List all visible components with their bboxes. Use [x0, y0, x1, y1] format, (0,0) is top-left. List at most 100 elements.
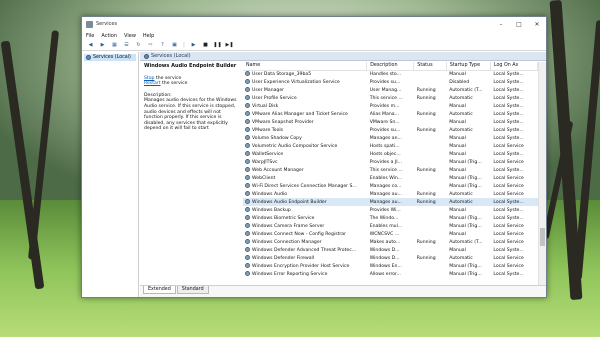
table-row[interactable]: Windows Connection Manager Makes auto... R… [243, 238, 538, 246]
service-log-on-as-cell: Local Syste... [493, 151, 524, 157]
service-name-text: Web Account Manager [252, 168, 304, 173]
service-gear-icon [245, 183, 250, 188]
service-gear-icon [245, 87, 250, 92]
menu-view[interactable]: View [124, 33, 136, 39]
service-status-cell: Running [416, 87, 436, 93]
service-description-cell: Enables mul... [369, 223, 403, 229]
table-row[interactable]: Volumetric Audio Compositor Service Hosts… [243, 142, 538, 150]
service-startup-type-cell: Manual [449, 135, 466, 141]
table-row[interactable]: Web Account Manager This service ... Runni… [243, 166, 538, 174]
restart-icon[interactable]: ▶❚ [225, 41, 234, 49]
service-startup-type-cell: Manual (Trig... [449, 271, 482, 277]
table-row[interactable]: Windows Backup Provides Wi... Manual Local … [243, 206, 538, 214]
stop-link[interactable]: Stop [144, 76, 154, 81]
table-row[interactable]: Windows Audio Endpoint Builder Manages au… [243, 198, 538, 206]
scrollbar-thumb[interactable] [540, 228, 545, 246]
minimize-button[interactable]: – [492, 17, 510, 31]
restart-link[interactable]: Restart [144, 81, 161, 86]
service-status-cell: Running [416, 127, 436, 133]
service-startup-type-cell: Manual (Trig... [449, 175, 482, 181]
services-table: Name Description Status Startup Type Log… [243, 62, 538, 278]
service-description-cell: Manages co... [369, 183, 402, 189]
table-row[interactable]: User Profile Service This service ... Runn… [243, 94, 538, 102]
table-row[interactable]: Windows Camera Frame Server Enables mul..… [243, 222, 538, 230]
service-log-on-as-cell: Local Service [493, 255, 524, 261]
restart-link-suffix: the service [160, 81, 188, 87]
table-row[interactable]: Windows Defender Firewall Windows D... Run… [243, 254, 538, 262]
column-header-log-on-as[interactable]: Log On As [490, 62, 538, 71]
service-description-cell: Windows D... [369, 247, 400, 253]
tab-standard[interactable]: Standard [176, 286, 209, 294]
column-header-status[interactable]: Status [413, 62, 447, 71]
close-button[interactable]: ✕ [528, 17, 546, 31]
back-icon[interactable]: ◀ [86, 41, 95, 49]
table-row[interactable]: User Data Storage_39ba5 Handles sto... Man… [243, 70, 538, 78]
service-name-cell: Volumetric Audio Compositor Service [243, 142, 367, 150]
service-status-cell [414, 142, 446, 150]
table-row[interactable]: Windows Encryption Provider Host Service… [243, 262, 538, 270]
forward-icon[interactable]: ▶ [98, 41, 107, 49]
service-startup-type-cell: Manual [449, 143, 466, 149]
service-log-on-as-cell: Local Syste... [493, 127, 524, 133]
console-tree-icon[interactable]: ▦ [110, 41, 119, 49]
service-name-cell: VMware Alias Manager and Ticket Service [243, 110, 367, 118]
table-row[interactable]: WalletService Hosts objec... Manual Local S… [243, 150, 538, 158]
service-name-text: Windows Defender Firewall [252, 256, 315, 261]
nav-item-services-local[interactable]: Services (Local) [84, 54, 136, 61]
service-status-cell [414, 262, 446, 270]
stop-icon[interactable]: ■ [201, 41, 210, 49]
service-gear-icon [245, 215, 250, 220]
service-name-text: Wi-Fi Direct Services Connection Manager… [252, 184, 357, 189]
table-row[interactable]: WarpJITSvc Provides a JI... Manual (Trig..… [243, 158, 538, 166]
stop-link-suffix: the service [154, 75, 182, 81]
service-gear-icon [245, 111, 250, 116]
table-row[interactable]: VMware Alias Manager and Ticket Service A… [243, 110, 538, 118]
refresh-icon[interactable]: ↻ [134, 41, 143, 49]
play-icon[interactable]: ▶ [189, 41, 198, 49]
tab-extended[interactable]: Extended [143, 286, 176, 294]
column-header-description[interactable]: Description [366, 62, 415, 71]
service-status-cell: Running [413, 198, 447, 206]
table-row[interactable]: Windows Biometric Service The Windo... Man… [243, 214, 538, 222]
maximize-button[interactable]: □ [510, 17, 528, 31]
list-icon[interactable]: ☰ [122, 41, 131, 49]
table-row[interactable]: Virtual Disk Provides m... Manual Local Sys… [243, 102, 538, 110]
table-row[interactable]: User Experience Virtualization Service Pr… [243, 78, 538, 86]
service-status-cell [414, 70, 446, 78]
table-row[interactable]: Windows Connect Now - Config Registrar WC… [243, 230, 538, 238]
table-row[interactable]: WebClient Enables Win... Manual (Trig... Lo… [243, 174, 538, 182]
service-log-on-as-cell: Local Service [493, 183, 524, 189]
menu-bar: File Action View Help [82, 31, 546, 40]
service-description-cell: WCNCSVC ... [369, 231, 400, 237]
service-gear-icon [245, 135, 250, 140]
service-log-on-as-cell: Local Service [493, 143, 524, 149]
menu-help[interactable]: Help [143, 33, 154, 39]
service-startup-type-cell: Manual [449, 151, 466, 157]
properties-icon[interactable]: ▣ [170, 41, 179, 49]
service-name-cell: Windows Error Reporting Service [243, 270, 367, 278]
menu-action[interactable]: Action [101, 33, 117, 39]
view-tabs: Extended Standard [140, 285, 546, 297]
service-log-on-as-cell: Local Syste... [493, 207, 524, 213]
column-header-name[interactable]: Name [243, 62, 368, 71]
service-status-cell: Running [416, 167, 436, 173]
service-description-cell: Windows En... [369, 263, 402, 269]
table-row[interactable]: Windows Audio Manages au... Running Automat… [243, 190, 538, 198]
menu-file[interactable]: File [86, 33, 94, 39]
pause-icon[interactable]: ❚❚ [213, 41, 222, 49]
column-header-startup-type[interactable]: Startup Type [446, 62, 491, 71]
table-row[interactable]: VMware Snapshot Provider VMware Sn... Manu… [243, 118, 538, 126]
table-row[interactable]: Windows Error Reporting Service Allows er… [243, 270, 538, 278]
service-startup-type-cell: Automatic (T... [449, 87, 483, 93]
table-row[interactable]: Wi-Fi Direct Services Connection Manager… [243, 182, 538, 190]
vertical-scrollbar[interactable] [538, 62, 546, 285]
table-row[interactable]: User Manager User Manag... Running Automati… [243, 86, 538, 94]
table-row[interactable]: Volume Shadow Copy Manages an... Manual Loc… [243, 134, 538, 142]
service-log-on-as-cell: Local Syste... [493, 87, 524, 93]
export-icon[interactable]: ⇨ [146, 41, 155, 49]
table-row[interactable]: VMware Tools Provides su... Running Automat… [243, 126, 538, 134]
service-log-on-as-cell: Local Service [493, 159, 524, 165]
help-icon[interactable]: ? [158, 41, 167, 49]
service-status-cell [414, 118, 446, 126]
table-row[interactable]: Windows Defender Advanced Threat Protec.… [243, 246, 538, 254]
